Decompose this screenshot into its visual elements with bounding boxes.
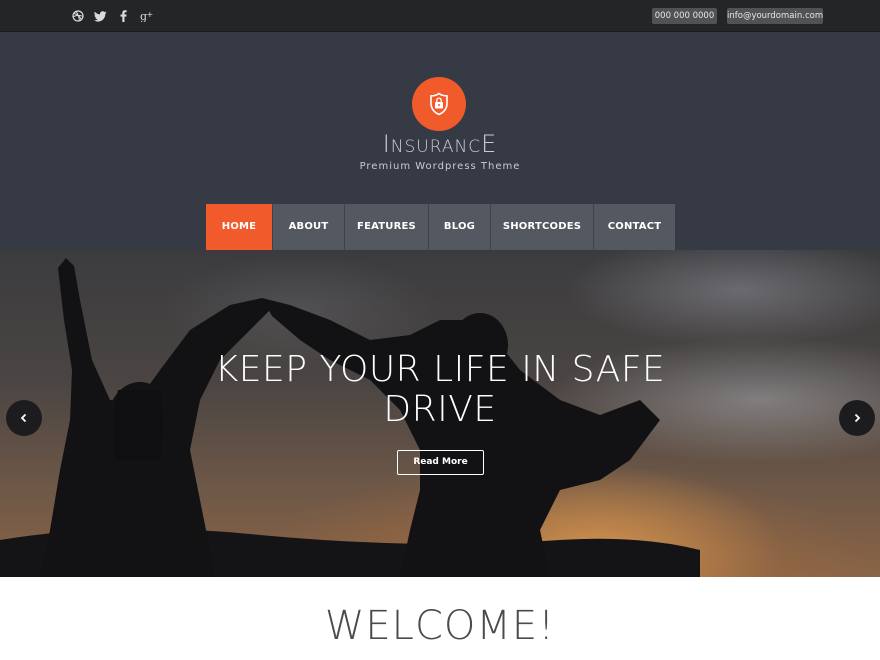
top-bar: g + 000 000 0000 info@yourdomain.com — [0, 0, 880, 32]
read-more-button[interactable]: Read More — [397, 450, 484, 475]
hero-title-line2: DRIVE — [383, 389, 497, 430]
nav-item-home[interactable]: HOME — [206, 204, 273, 250]
social-links: g + — [66, 7, 158, 25]
email-address[interactable]: info@yourdomain.com — [727, 8, 823, 24]
hero-title-line1: KEEP YOUR LIFE IN SAFE — [214, 349, 666, 390]
nav-item-contact[interactable]: CONTACT — [594, 204, 675, 250]
site-title-middle: NSURANC — [390, 137, 482, 157]
site-title[interactable]: INSURANCE — [0, 130, 880, 158]
slider-prev-button[interactable] — [6, 400, 42, 436]
site-title-last: E — [481, 130, 498, 158]
nav-item-blog[interactable]: BLOG — [429, 204, 491, 250]
twitter-icon[interactable] — [89, 7, 112, 25]
site-tagline: Premium Wordpress Theme — [359, 161, 521, 172]
google-plus-icon[interactable]: g + — [135, 7, 158, 25]
svg-text:+: + — [146, 10, 153, 19]
site-header: INSURANCE Premium Wordpress Theme HOME A… — [0, 32, 880, 250]
welcome-heading: WELCOME! — [324, 603, 556, 649]
nav-item-about[interactable]: ABOUT — [273, 204, 345, 250]
chevron-left-icon — [20, 413, 27, 423]
hero-title: KEEP YOUR LIFE IN SAFE DRIVE — [0, 350, 880, 430]
slider-next-button[interactable] — [839, 400, 875, 436]
chevron-right-icon — [854, 413, 861, 423]
hero-slider: KEEP YOUR LIFE IN SAFE DRIVE Read More — [0, 250, 880, 577]
shield-lock-icon — [430, 92, 448, 116]
phone-number[interactable]: 000 000 0000 — [652, 8, 717, 24]
nav-item-features[interactable]: FEATURES — [345, 204, 429, 250]
logo[interactable] — [412, 77, 466, 131]
site-title-first: I — [382, 130, 391, 158]
facebook-icon[interactable] — [112, 7, 135, 25]
main-nav: HOME ABOUT FEATURES BLOG SHORTCODES CONT… — [206, 204, 675, 250]
nav-item-shortcodes[interactable]: SHORTCODES — [491, 204, 594, 250]
dribbble-icon[interactable] — [66, 7, 89, 25]
